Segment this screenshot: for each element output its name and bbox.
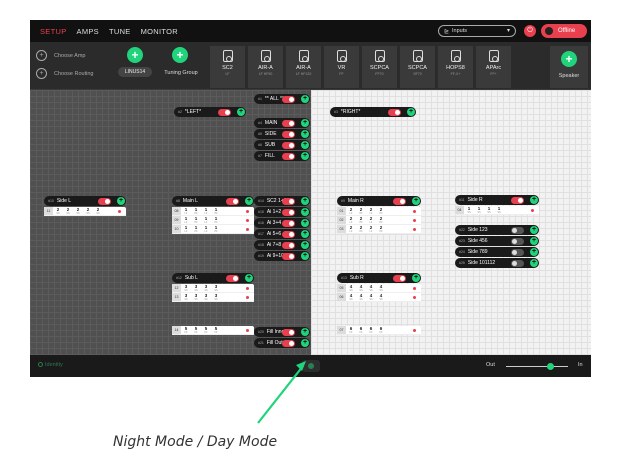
annotation-arrow xyxy=(257,361,306,424)
annotation-caption: Night Mode / Day Mode xyxy=(113,434,278,450)
